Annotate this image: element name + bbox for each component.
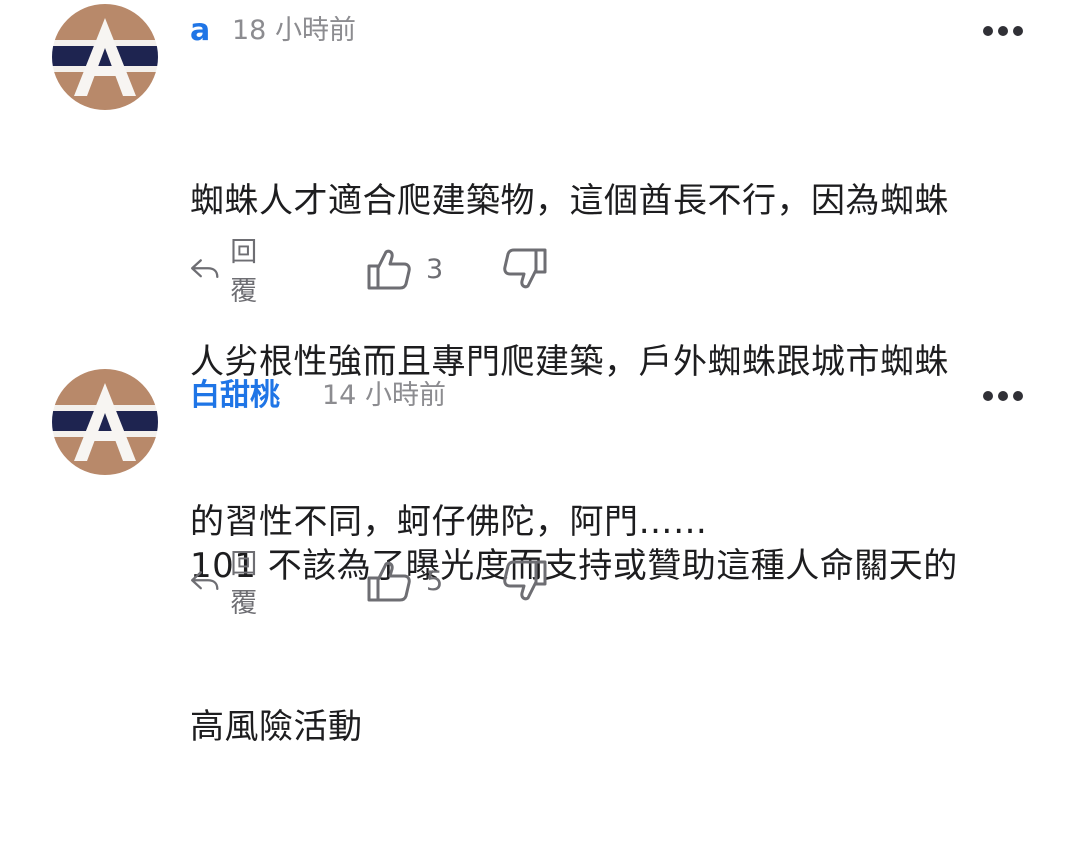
like-button[interactable]: 5: [366, 556, 443, 606]
reply-arrow-icon: [191, 259, 219, 279]
comment-line: 高風險活動: [190, 706, 363, 747]
avatar[interactable]: [52, 369, 158, 475]
reply-arrow-icon: [191, 571, 219, 591]
reply-button[interactable]: 回覆: [190, 549, 269, 619]
avatar-image: [52, 4, 158, 110]
like-button[interactable]: 3: [366, 244, 443, 294]
reply-label: 回覆: [230, 549, 258, 619]
reply-button[interactable]: 回覆: [190, 237, 269, 307]
like-count: 5: [426, 565, 444, 597]
thumbs-up-icon: [367, 561, 411, 602]
comment-line: 人劣根性強而且專門爬建築，戶外蜘蛛跟城市蜘蛛: [190, 341, 949, 382]
thumbs-down-icon: [503, 248, 547, 289]
comment-line: 101 不該為了曝光度而支持或贊助這種人命關天的: [190, 546, 958, 586]
timestamp: 18 小時前: [232, 15, 356, 46]
avatar[interactable]: [52, 4, 158, 110]
more-horizontal-icon[interactable]: [983, 24, 1023, 38]
username[interactable]: a: [190, 13, 210, 49]
like-count: 3: [426, 253, 444, 285]
thumbs-down-icon: [503, 560, 547, 601]
reply-label: 回覆: [230, 237, 258, 307]
username[interactable]: 白甜桃: [190, 378, 280, 414]
dislike-button[interactable]: [502, 244, 548, 294]
timestamp: 14 小時前: [322, 380, 446, 411]
more-horizontal-icon[interactable]: [983, 389, 1023, 403]
dislike-button[interactable]: [502, 556, 548, 606]
avatar-image: [52, 369, 158, 475]
comment-line: 蜘蛛人才適合爬建築物，這個酋長不行，因為蜘蛛: [190, 181, 949, 221]
thumbs-up-icon: [367, 249, 411, 290]
comment-body: 101 不該為了曝光度而支持或贊助這種人命關天的 高風險活動: [190, 433, 1020, 861]
